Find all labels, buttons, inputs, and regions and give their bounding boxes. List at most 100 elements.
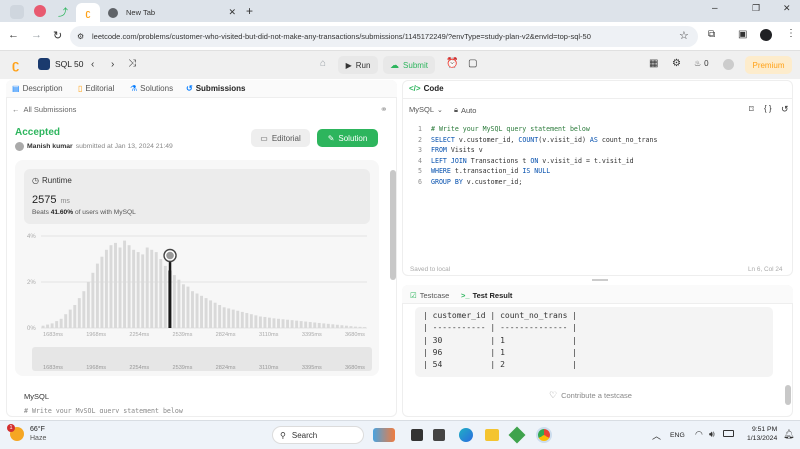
chart-bar[interactable] bbox=[177, 279, 181, 328]
profile-avatar-icon[interactable] bbox=[760, 29, 772, 41]
left-scrollbar[interactable] bbox=[390, 170, 396, 280]
settings-icon[interactable]: ⚙ bbox=[672, 58, 681, 69]
chart-bar[interactable] bbox=[317, 322, 321, 328]
sidebar-icon[interactable]: ▣ bbox=[738, 29, 747, 40]
chart-bar[interactable] bbox=[344, 325, 348, 328]
chart-bar[interactable] bbox=[114, 242, 117, 328]
window-close-icon[interactable]: ✕ bbox=[783, 3, 791, 14]
bookmark-star-icon[interactable]: ☆ bbox=[679, 29, 689, 42]
chart-bar[interactable] bbox=[141, 254, 145, 328]
chart-bar[interactable] bbox=[64, 314, 68, 328]
streak-counter[interactable]: ♨ 0 bbox=[694, 59, 709, 68]
app-icon[interactable] bbox=[34, 5, 46, 17]
user-avatar[interactable] bbox=[723, 59, 734, 70]
chart-bar[interactable] bbox=[59, 318, 63, 328]
chart-bar[interactable] bbox=[100, 256, 104, 328]
chart-bar[interactable] bbox=[68, 309, 72, 328]
forward-arrow-icon[interactable]: → bbox=[31, 29, 42, 41]
debug-icon[interactable]: ⌂ bbox=[320, 58, 326, 69]
author-avatar[interactable] bbox=[15, 142, 24, 151]
chart-bar[interactable] bbox=[290, 320, 294, 328]
contribute-testcase-link[interactable]: ♡ Contribute a testcase bbox=[549, 390, 632, 401]
task-view-icon[interactable] bbox=[411, 429, 423, 441]
shuffle-icon[interactable]: ⤨ bbox=[128, 58, 136, 69]
weather-widget[interactable]: 1 66°F Haze bbox=[7, 424, 46, 443]
tab-test-result[interactable]: >_ Test Result bbox=[461, 291, 512, 300]
chart-bar[interactable] bbox=[335, 324, 339, 328]
chart-bar[interactable] bbox=[154, 252, 158, 328]
battery-icon[interactable] bbox=[723, 430, 734, 437]
chart-bar[interactable] bbox=[281, 319, 285, 328]
chart-bar[interactable] bbox=[286, 319, 290, 328]
chart-bar[interactable] bbox=[240, 311, 244, 328]
chart-bar[interactable] bbox=[77, 298, 81, 328]
url-field[interactable]: ⚙ leetcode.com/problems/customer-who-vis… bbox=[70, 26, 698, 47]
reload-icon[interactable]: ↻ bbox=[53, 29, 62, 42]
clock[interactable]: 9:51 PM 1/13/2024 bbox=[747, 425, 777, 443]
tray-chevron-icon[interactable]: ︿ bbox=[652, 429, 661, 442]
reset-code-icon[interactable]: ↺ bbox=[781, 104, 789, 115]
layout-icon[interactable]: ▦ bbox=[649, 58, 658, 69]
chart-bar[interactable] bbox=[267, 317, 271, 328]
next-problem-icon[interactable]: › bbox=[111, 59, 114, 70]
extensions-icon[interactable]: ⧉ bbox=[708, 29, 715, 40]
leetcode-tab-icon[interactable]: ⤴ bbox=[57, 5, 69, 19]
tab-testcase[interactable]: ☑ Testcase bbox=[410, 291, 449, 300]
chart-bar[interactable] bbox=[191, 291, 194, 328]
chart-bar[interactable] bbox=[195, 293, 199, 329]
chart-bar[interactable] bbox=[354, 326, 357, 328]
chrome-browser-icon[interactable] bbox=[536, 427, 552, 443]
chart-bar[interactable] bbox=[349, 326, 353, 328]
premium-button[interactable]: Premium bbox=[745, 56, 792, 74]
chart-bar[interactable] bbox=[41, 325, 45, 328]
chart-bar[interactable] bbox=[123, 240, 127, 328]
notification-bell-icon[interactable]: 🔔︎ bbox=[783, 429, 794, 440]
chart-bar[interactable] bbox=[109, 245, 113, 328]
chart-bar[interactable] bbox=[118, 247, 122, 329]
format-code-icon[interactable]: { } bbox=[764, 104, 772, 113]
chart-bar[interactable] bbox=[209, 300, 213, 328]
chart-bar[interactable] bbox=[331, 324, 335, 328]
new-tab-plus-icon[interactable]: + bbox=[246, 4, 253, 18]
tab-solutions[interactable]: ⚗ Solutions bbox=[130, 84, 173, 93]
chart-bar[interactable] bbox=[91, 272, 95, 328]
study-plan-badge[interactable]: SQL 50 bbox=[38, 58, 84, 70]
chart-bar[interactable] bbox=[313, 322, 317, 328]
chart-bar[interactable] bbox=[231, 309, 235, 328]
taskbar-search[interactable]: ⚲ Search bbox=[272, 426, 364, 444]
tab-submissions[interactable]: ↺ Submissions bbox=[186, 84, 246, 93]
chart-bar[interactable] bbox=[127, 245, 131, 328]
chart-bar[interactable] bbox=[227, 308, 231, 328]
chart-bar[interactable] bbox=[322, 323, 326, 328]
chart-bar[interactable] bbox=[150, 249, 154, 328]
chart-bar[interactable] bbox=[46, 324, 50, 328]
volume-icon[interactable]: 🔊︎ bbox=[709, 429, 715, 440]
chart-bar[interactable] bbox=[55, 321, 59, 328]
edge-browser-icon[interactable] bbox=[459, 428, 473, 442]
chart-bar[interactable] bbox=[159, 259, 163, 328]
chart-bar[interactable] bbox=[73, 305, 77, 328]
tab-search-button[interactable] bbox=[10, 5, 24, 19]
all-submissions-link[interactable]: ← All Submissions bbox=[12, 105, 76, 114]
chart-bar[interactable] bbox=[326, 323, 330, 328]
chart-bar[interactable] bbox=[200, 295, 203, 328]
chart-bar[interactable] bbox=[263, 316, 267, 328]
chart-bar[interactable] bbox=[222, 307, 226, 328]
tab-leetcode[interactable]: ʗ bbox=[76, 3, 100, 22]
copilot-app-icon[interactable] bbox=[373, 428, 395, 442]
notes-icon[interactable]: ▢ bbox=[468, 58, 477, 69]
chart-bar[interactable] bbox=[86, 282, 90, 328]
submit-button[interactable]: ☁ Submit bbox=[383, 56, 435, 74]
chart-bar[interactable] bbox=[204, 298, 208, 328]
editorial-button[interactable]: ▭ Editorial bbox=[251, 129, 310, 147]
chart-bar[interactable] bbox=[340, 325, 344, 328]
runtime-distribution-chart[interactable]: 4% 2% 0% 1683ms 1968ms 2254ms 2539ms 2824ms 311… bbox=[15, 228, 379, 376]
meet-app-icon[interactable] bbox=[433, 429, 445, 441]
bookmark-icon[interactable]: ⌑ bbox=[749, 104, 754, 115]
right-scrollbar[interactable] bbox=[785, 385, 791, 405]
chart-bar[interactable] bbox=[104, 249, 108, 328]
chart-bar[interactable] bbox=[213, 302, 217, 328]
chart-bar[interactable] bbox=[245, 313, 249, 328]
leetcode-logo-icon[interactable]: ʗ bbox=[12, 57, 19, 72]
code-tab[interactable]: </> Code bbox=[409, 84, 444, 93]
